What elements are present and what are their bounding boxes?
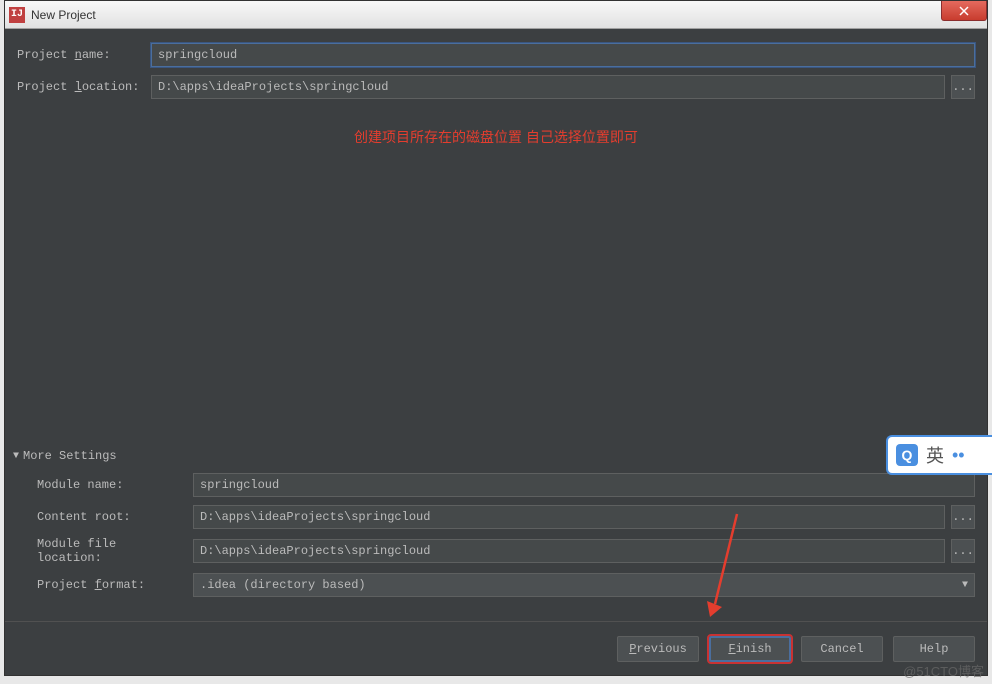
cancel-button[interactable]: Cancel: [801, 636, 883, 662]
browse-module-file-button[interactable]: ...: [951, 539, 975, 563]
close-button[interactable]: [941, 1, 987, 21]
finish-button[interactable]: Finish: [709, 636, 791, 662]
project-name-input[interactable]: [151, 43, 975, 67]
titlebar: IJ New Project: [5, 1, 987, 29]
previous-button[interactable]: Previous: [617, 636, 699, 662]
project-format-row: Project format: .idea (directory based) …: [37, 573, 975, 597]
close-icon: [959, 6, 969, 16]
browse-content-root-button[interactable]: ...: [951, 505, 975, 529]
window-title: New Project: [31, 8, 96, 22]
button-bar: Previous Finish Cancel Help: [5, 621, 987, 675]
help-button[interactable]: Help: [893, 636, 975, 662]
module-file-location-label: Module file location:: [37, 537, 187, 565]
module-file-location-row: Module file location: ...: [37, 537, 975, 565]
project-name-label: Project name:: [17, 48, 145, 62]
ime-indicator[interactable]: Q 英 ••: [886, 435, 992, 475]
content-root-label: Content root:: [37, 510, 187, 524]
project-format-select[interactable]: .idea (directory based) ▼: [193, 573, 975, 597]
content-root-input[interactable]: [193, 505, 945, 529]
more-settings-toggle[interactable]: ▼ More Settings: [13, 449, 975, 463]
module-name-label: Module name:: [37, 478, 187, 492]
project-location-row: Project location: ...: [17, 75, 975, 99]
chevron-down-icon: ▼: [962, 580, 968, 591]
module-name-input[interactable]: [193, 473, 975, 497]
project-location-label: Project location:: [17, 80, 145, 94]
watermark-text: @51CTO博客: [903, 661, 984, 680]
ime-language-text: 英: [926, 442, 944, 468]
ime-dots-icon: ••: [952, 445, 965, 466]
content-root-row: Content root: ...: [37, 505, 975, 529]
module-file-location-input[interactable]: [193, 539, 945, 563]
project-name-row: Project name:: [17, 43, 975, 67]
app-icon: IJ: [9, 7, 25, 23]
ime-q-icon: Q: [896, 444, 918, 466]
annotation-text: 创建项目所存在的磁盘位置 自己选择位置即可: [17, 127, 975, 147]
expand-arrow-icon: ▼: [13, 451, 19, 462]
dialog-content: Project name: Project location: ... 创建项目…: [5, 29, 987, 675]
project-location-input[interactable]: [151, 75, 945, 99]
new-project-dialog: IJ New Project Project name: Project loc…: [4, 0, 988, 676]
browse-location-button[interactable]: ...: [951, 75, 975, 99]
module-name-row: Module name:: [37, 473, 975, 497]
project-format-label: Project format:: [37, 578, 187, 592]
more-settings-section: ▼ More Settings Module name: Content roo…: [17, 449, 975, 605]
project-format-value: .idea (directory based): [200, 578, 366, 592]
